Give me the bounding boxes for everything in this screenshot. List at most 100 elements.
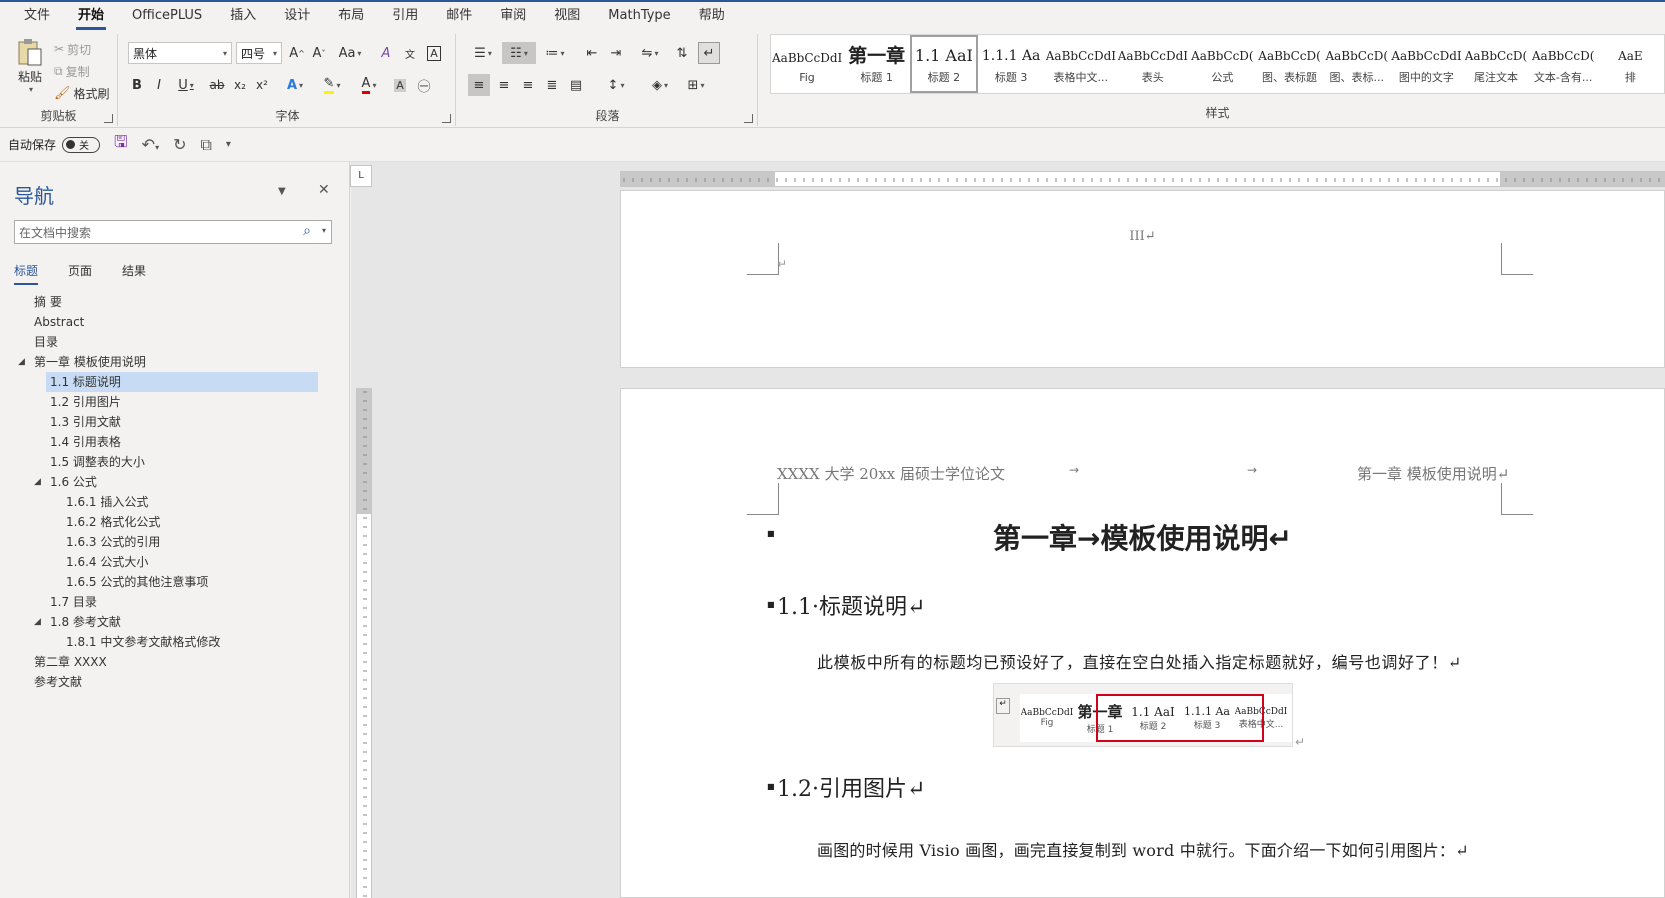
- copy-button[interactable]: ⧉ 复制: [54, 60, 90, 82]
- nav-heading-item[interactable]: 第二章 XXXX: [0, 652, 330, 672]
- menu-tab[interactable]: 邮件: [432, 2, 486, 30]
- search-options-caret-icon[interactable]: ▾: [322, 226, 326, 235]
- style-item[interactable]: 1.1.1 Aa 标题 3: [978, 35, 1045, 93]
- collapse-triangle-icon[interactable]: ◢: [18, 352, 25, 372]
- paragraph-2[interactable]: 画图的时候用 Visio 画图，画完直接复制到 word 中就行。下面介绍一下如…: [817, 837, 1469, 861]
- borders-button[interactable]: ⊞ ▾: [680, 74, 712, 96]
- customize-qat-icon[interactable]: ▾: [226, 139, 231, 150]
- shrink-font-button[interactable]: A ˅: [310, 42, 328, 64]
- menu-tab[interactable]: 引用: [378, 2, 432, 30]
- menu-tab[interactable]: 视图: [540, 2, 594, 30]
- phonetic-guide-icon[interactable]: 文: [400, 42, 420, 64]
- undo-icon[interactable]: ↶▾: [142, 135, 159, 154]
- change-case-button[interactable]: Aa ▾: [336, 42, 364, 64]
- horizontal-ruler[interactable]: [620, 171, 1665, 187]
- distributed-button[interactable]: ▤: [566, 74, 586, 96]
- menu-tab[interactable]: 帮助: [685, 2, 739, 30]
- style-item[interactable]: AaBbCcD(图、表标...: [1323, 35, 1390, 93]
- menu-tab[interactable]: 文件: [10, 2, 64, 30]
- paste-caret-icon[interactable]: ▾: [29, 85, 33, 94]
- char-shading-icon[interactable]: A: [390, 74, 410, 96]
- menu-tab[interactable]: MathType: [594, 2, 684, 30]
- nav-heading-item[interactable]: 1.4 引用表格: [0, 432, 330, 452]
- copy-window-icon[interactable]: ⧉: [200, 135, 211, 155]
- nav-tab[interactable]: 页面: [68, 262, 92, 285]
- italic-button[interactable]: I: [150, 74, 168, 96]
- nav-heading-item[interactable]: 1.2 引用图片: [0, 392, 330, 412]
- shading-button[interactable]: ◈ ▾: [644, 74, 676, 96]
- menu-tab[interactable]: OfficePLUS: [118, 2, 216, 30]
- cut-button[interactable]: ✂ 剪切: [54, 38, 91, 60]
- nav-heading-item[interactable]: 1.3 引用文献: [0, 412, 330, 432]
- align-left-button[interactable]: ≡: [468, 74, 490, 96]
- grow-font-button[interactable]: A ^: [288, 42, 306, 64]
- nav-heading-item[interactable]: 1.1 标题说明: [0, 372, 330, 392]
- style-item[interactable]: 1.1 AaI 标题 2: [910, 35, 978, 93]
- nav-tab[interactable]: 标题: [14, 262, 39, 285]
- nav-heading-item[interactable]: 1.6.3 公式的引用: [0, 532, 330, 552]
- nav-heading-item[interactable]: ◢ 第一章 模板使用说明: [0, 352, 330, 372]
- save-icon[interactable]: 🖫: [114, 131, 128, 158]
- clear-format-icon[interactable]: A: [376, 42, 396, 64]
- nav-heading-item[interactable]: 1.6.1 插入公式: [0, 492, 330, 512]
- style-item[interactable]: AaBbCcDdI Fig: [771, 35, 843, 93]
- bold-button[interactable]: B: [128, 74, 146, 96]
- nav-heading-item[interactable]: 1.6.5 公式的其他注意事项: [0, 572, 330, 592]
- increase-indent-icon[interactable]: ⇥: [606, 42, 626, 64]
- align-center-button[interactable]: ≡: [494, 74, 514, 96]
- font-size-select[interactable]: 四号 ▾: [236, 42, 282, 64]
- nav-heading-item[interactable]: 1.5 调整表的大小: [0, 452, 330, 472]
- justify-button[interactable]: ≣: [542, 74, 562, 96]
- nav-heading-item[interactable]: 目录: [0, 332, 330, 352]
- nav-heading-item[interactable]: ◢ 1.6 公式: [0, 472, 330, 492]
- style-item[interactable]: AaBbCcD(尾注文本: [1462, 35, 1529, 93]
- heading-1-1[interactable]: 1.1·标题说明↵: [777, 589, 925, 621]
- menu-tab[interactable]: 布局: [324, 2, 378, 30]
- menu-tab[interactable]: 审阅: [486, 2, 540, 30]
- text-effects-button[interactable]: A ▾: [280, 74, 310, 96]
- nav-heading-item[interactable]: 1.6.2 格式化公式: [0, 512, 330, 532]
- multilevel-list-button[interactable]: ≔ ▾: [540, 42, 570, 64]
- search-icon[interactable]: ⌕: [303, 223, 311, 239]
- style-item[interactable]: AaBbCcD(图、表标题: [1256, 35, 1323, 93]
- style-item[interactable]: 第一章 标题 1: [843, 35, 910, 93]
- nav-heading-item[interactable]: 1.7 目录: [0, 592, 330, 612]
- nav-heading-item[interactable]: Abstract: [0, 312, 330, 332]
- paste-button[interactable]: 粘贴 ▾: [12, 36, 48, 96]
- subscript-button[interactable]: x₂: [230, 74, 250, 96]
- enclose-char-icon[interactable]: ㊀: [414, 74, 434, 96]
- style-item[interactable]: AaBbCcD(文本-含有...: [1530, 35, 1597, 93]
- menu-tab[interactable]: 开始: [64, 2, 118, 30]
- tab-selector-icon[interactable]: L: [350, 165, 372, 187]
- nav-heading-item[interactable]: ◢ 1.8 参考文献: [0, 612, 330, 632]
- nav-heading-item[interactable]: 参考文献: [0, 672, 330, 692]
- nav-heading-item[interactable]: 摘 要: [0, 292, 330, 312]
- char-border-icon[interactable]: A: [424, 42, 444, 64]
- clipboard-launcher-icon[interactable]: [104, 114, 113, 123]
- underline-button[interactable]: U ▾: [172, 74, 200, 96]
- paragraph-launcher-icon[interactable]: [744, 114, 753, 123]
- sort-icon[interactable]: ⇅: [672, 42, 692, 64]
- decrease-indent-icon[interactable]: ⇤: [582, 42, 602, 64]
- collapse-triangle-icon[interactable]: ◢: [34, 612, 41, 632]
- menu-tab[interactable]: 插入: [216, 2, 270, 30]
- paragraph-1[interactable]: 此模板中所有的标题均已预设好了，直接在空白处插入指定标题就好，编号也调好了！↵: [817, 649, 1462, 673]
- superscript-button[interactable]: x²: [252, 74, 272, 96]
- nav-tab[interactable]: 结果: [122, 262, 146, 285]
- nav-heading-item[interactable]: 1.8.1 中文参考文献格式修改: [0, 632, 330, 652]
- style-item[interactable]: AaBbCcDdI 图中的文字: [1390, 35, 1462, 93]
- numbering-button[interactable]: ☷ ▾: [502, 42, 536, 64]
- style-item[interactable]: AaBbCcD(公式: [1189, 35, 1256, 93]
- collapse-triangle-icon[interactable]: ◢: [34, 472, 41, 492]
- show-marks-button[interactable]: ↵: [698, 42, 720, 64]
- style-item[interactable]: AaBbCcDdI 表格中文...: [1045, 35, 1117, 93]
- close-icon[interactable]: ✕: [318, 182, 330, 198]
- autosave-toggle[interactable]: 关: [62, 136, 101, 153]
- nav-options-caret-icon[interactable]: ▼: [278, 186, 286, 197]
- align-right-button[interactable]: ≡: [518, 74, 538, 96]
- font-color-button[interactable]: A ▾: [354, 74, 384, 96]
- heading-1-2[interactable]: 1.2·引用图片↵: [777, 771, 925, 803]
- format-painter-button[interactable]: 🖌 格式刷: [54, 82, 110, 104]
- font-name-select[interactable]: 黑体 ▾: [128, 42, 232, 64]
- nav-search-input[interactable]: 在文档中搜索 ⌕ ▾: [14, 220, 332, 244]
